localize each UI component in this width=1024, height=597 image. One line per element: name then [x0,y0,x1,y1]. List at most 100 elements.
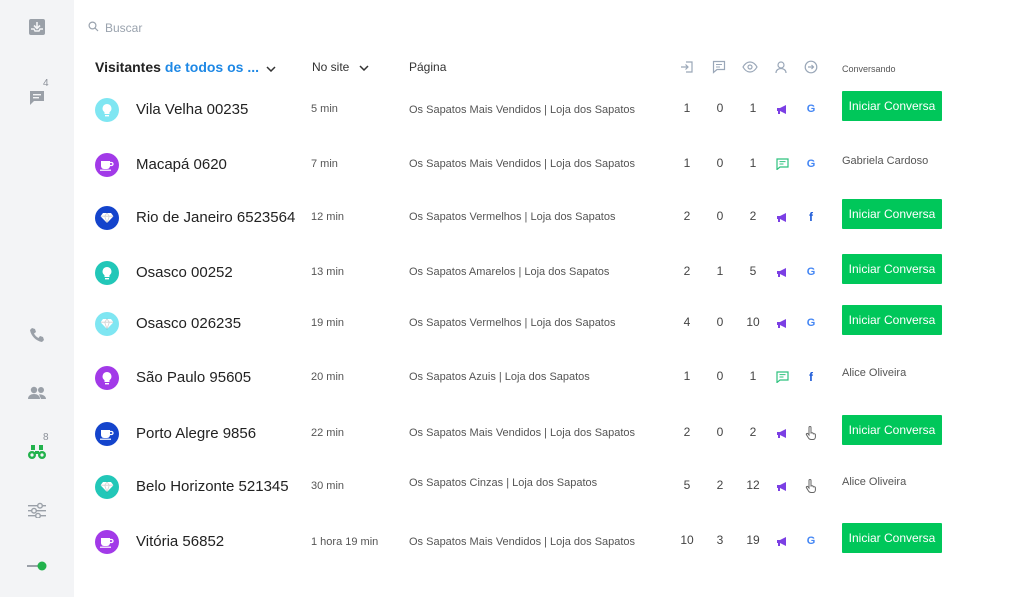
visitor-row[interactable]: Osasco 026235 19 min Os Sapatos Vermelhos … [80,297,1024,351]
visitor-name[interactable]: Porto Alegre 9856 [136,425,256,442]
start-conversation-button[interactable]: Iniciar Conversa [842,254,942,284]
visitor-page[interactable]: Os Sapatos Vermelhos | Loja dos Sapatos [409,211,615,223]
messages-count: 0 [716,209,724,223]
start-conversation-button[interactable]: Iniciar Conversa [842,91,942,121]
status-toggle-icon[interactable] [22,551,52,581]
visitor-page[interactable]: Os Sapatos Cinzas | Loja dos Sapatos [409,477,597,489]
start-conversation-button[interactable]: Iniciar Conversa [842,523,942,553]
visitor-time: 30 min [311,480,345,492]
entries-count: 5 [683,478,691,492]
views-count: 10 [746,315,760,329]
megaphone-icon [772,534,792,548]
megaphone-icon [772,426,792,440]
views-count: 1 [749,369,757,383]
views-count: 2 [749,425,757,439]
messages-count: 0 [716,101,724,115]
visitor-time: 19 min [311,317,345,329]
megaphone-icon [772,479,792,493]
views-count: 1 [749,156,757,170]
cup-icon [95,422,119,446]
visitors-title[interactable]: Visitantes de todos os ... [95,58,276,76]
visitor-row[interactable]: Porto Alegre 9856 22 min Os Sapatos Mais V… [80,407,1024,461]
visitor-name[interactable]: Belo Horizonte 521345 [136,478,289,495]
google-icon: G [806,535,816,547]
messages-count: 0 [716,315,724,329]
messages-icon[interactable] [711,59,727,75]
agent-name: Gabriela Cardoso [842,155,929,167]
visitor-name[interactable]: Osasco 026235 [136,315,241,332]
page-column-header: Página [409,60,447,74]
entries-count: 2 [683,209,691,223]
visitor-page[interactable]: Os Sapatos Mais Vendidos | Loja dos Sapa… [409,158,635,170]
google-icon: G [806,266,816,278]
phone-icon[interactable] [22,320,52,350]
megaphone-icon [772,102,792,116]
scope-filter[interactable]: de todos os ... [165,59,259,75]
referrer-icon[interactable] [803,59,819,75]
visitor-page[interactable]: Os Sapatos Mais Vendidos | Loja dos Sapa… [409,104,635,116]
visitor-time: 20 min [311,371,345,383]
visitor-page[interactable]: Os Sapatos Mais Vendidos | Loja dos Sapa… [409,536,635,548]
start-conversation-button[interactable]: Iniciar Conversa [842,415,942,445]
messages-count: 2 [716,478,724,492]
sidebar: 4 8 [0,0,74,597]
visitor-row[interactable]: Rio de Janeiro 6523564 12 min Os Sapatos V… [80,191,1024,245]
visitor-name[interactable]: Vila Velha 00235 [136,101,248,118]
lightbulb-icon [95,261,119,285]
entries-count: 1 [683,101,691,115]
binoculars-badge: 8 [43,432,49,443]
views-count: 1 [749,101,757,115]
diamond-icon [95,312,119,336]
views-icon[interactable] [742,59,758,75]
entries-count: 1 [683,156,691,170]
views-count: 19 [746,533,760,547]
visitor-page[interactable]: Os Sapatos Mais Vendidos | Loja dos Sapa… [409,427,635,439]
contacts-icon[interactable] [22,378,52,408]
visitor-time: 22 min [311,427,345,439]
megaphone-icon [772,316,792,330]
agent-name: Alice Oliveira [842,367,907,379]
entries-count: 1 [683,369,691,383]
visitor-time: 13 min [311,266,345,278]
visitor-page[interactable]: Os Sapatos Azuis | Loja dos Sapatos [409,371,590,383]
visitor-name[interactable]: Osasco 00252 [136,264,233,281]
chat-bubble-icon [772,157,792,171]
visitor-row[interactable]: Macapá 0620 7 min Os Sapatos Mais Vendidos… [80,138,1024,192]
diamond-icon [95,475,119,499]
time-filter[interactable]: No site [312,58,369,76]
views-count: 5 [749,264,757,278]
views-count: 2 [749,209,757,223]
agent-icon[interactable] [773,59,789,75]
visitor-name[interactable]: Macapá 0620 [136,156,227,173]
visitor-page[interactable]: Os Sapatos Amarelos | Loja dos Sapatos [409,266,609,278]
time-filter-label: No site [312,60,350,74]
visitor-row[interactable]: Vila Velha 00235 5 min Os Sapatos Mais Ven… [80,83,1024,137]
messages-count: 0 [716,425,724,439]
visitor-name[interactable]: Vitória 56852 [136,533,224,550]
chevron-down-icon[interactable] [266,59,276,75]
visitor-row[interactable]: Vitória 56852 1 hora 19 min Os Sapatos Mai… [80,515,1024,569]
google-icon: G [806,158,816,170]
start-conversation-button[interactable]: Iniciar Conversa [842,305,942,335]
messages-count: 0 [716,156,724,170]
title-prefix: Visitantes [95,59,161,75]
messages-count: 3 [716,533,724,547]
visitor-name[interactable]: Rio de Janeiro 6523564 [136,209,295,226]
views-count: 12 [746,478,760,492]
entries-icon[interactable] [679,59,695,75]
visitor-page[interactable]: Os Sapatos Vermelhos | Loja dos Sapatos [409,317,615,329]
cup-icon [95,153,119,177]
chevron-down-icon[interactable] [359,60,369,74]
visitor-row[interactable]: Belo Horizonte 521345 30 min Os Sapatos Ci… [80,460,1024,514]
search-input[interactable] [105,21,405,35]
megaphone-icon [772,265,792,279]
start-conversation-button[interactable]: Iniciar Conversa [842,199,942,229]
visitor-row[interactable]: Osasco 00252 13 min Os Sapatos Amarelos | … [80,246,1024,300]
sliders-icon[interactable] [22,495,52,525]
megaphone-icon [772,210,792,224]
search-bar [88,18,405,38]
visitor-row[interactable]: São Paulo 95605 20 min Os Sapatos Azuis | … [80,351,1024,405]
visitor-name[interactable]: São Paulo 95605 [136,369,251,386]
inbox-download-icon[interactable] [22,12,52,42]
conversation-column-header: Conversando [842,64,896,74]
